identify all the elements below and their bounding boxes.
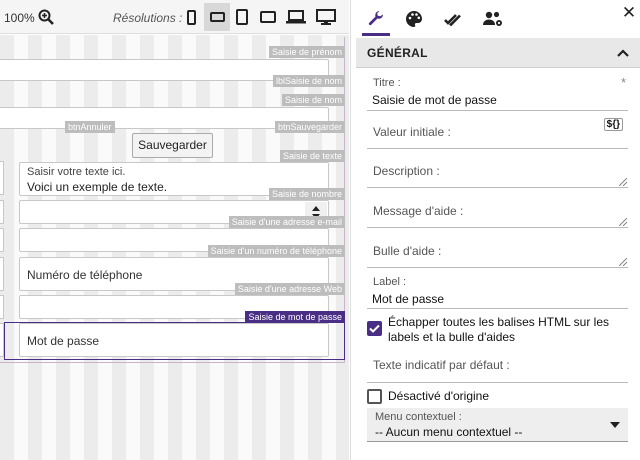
menu-contextuel-value: -- Aucun menu contextuel -- <box>375 425 523 439</box>
form-canvas[interactable]: Saisie de prénom lblSaisie de nom Saisie… <box>0 35 349 460</box>
stub-left <box>0 228 4 252</box>
resolutions-label: Résolutions : <box>113 11 183 25</box>
tablet-portrait-icon <box>236 9 248 25</box>
message-aide-field[interactable]: Message d'aide : <box>367 193 628 228</box>
resize-handle-icon[interactable] <box>619 178 627 186</box>
palette-icon <box>406 10 422 27</box>
bulle-aide-field[interactable]: Bulle d'aide : <box>367 233 628 268</box>
users-gear-icon <box>483 11 502 26</box>
laptop-button[interactable] <box>283 3 309 31</box>
bulle-aide-label: Bulle d'aide : <box>373 244 442 258</box>
echapper-label-line2: labels et la bulle d'aides <box>388 330 516 344</box>
tablet-portrait-button[interactable] <box>229 3 255 31</box>
phone-landscape-button[interactable] <box>204 3 230 31</box>
double-check-icon <box>444 13 461 26</box>
echapper-checkbox[interactable] <box>367 321 382 336</box>
echapper-label-line1: Échapper toutes les balises HTML sur les <box>388 315 609 329</box>
password-input[interactable]: Mot de passe <box>19 323 329 357</box>
texte-indicatif-label: Texte indicatif par défaut : <box>373 358 510 372</box>
titre-label: Titre : <box>373 77 401 89</box>
desktop-button[interactable] <box>313 3 339 31</box>
expression-icon[interactable]: ${} <box>603 118 623 131</box>
chevron-up-icon[interactable] <box>617 47 629 59</box>
tab-general[interactable] <box>356 0 396 37</box>
phone-placeholder: Numéro de téléphone <box>27 268 143 282</box>
tab-style[interactable] <box>394 0 434 37</box>
tag-btn-annuler[interactable]: btnAnnuler <box>65 121 115 133</box>
close-icon[interactable]: ✕ <box>621 4 637 22</box>
phone-portrait-icon <box>186 9 196 25</box>
stub-left <box>0 323 4 357</box>
stub-left <box>0 161 4 195</box>
panel-tabs: ✕ <box>351 0 640 37</box>
tag-lbl-saisie-nom[interactable]: lblSaisie de nom <box>272 75 345 87</box>
desktop-icon <box>316 9 336 25</box>
wrench-icon <box>368 10 384 25</box>
titre-value[interactable]: Saisie de mot de passe <box>372 93 497 107</box>
stub-left <box>0 257 4 291</box>
tag-saisie-mot-de-passe[interactable]: Saisie de mot de passe <box>245 311 345 323</box>
password-placeholder: Mot de passe <box>27 334 100 348</box>
resize-handle-icon[interactable] <box>619 218 627 226</box>
textarea-value: Voici un exemple de texte. <box>27 180 168 194</box>
label-label: Label : <box>373 276 407 288</box>
valeur-initiale-field[interactable]: Valeur initiale : ${} <box>367 115 628 149</box>
tag-saisie-texte[interactable]: Saisie de texte <box>279 150 345 162</box>
section-title: GÉNÉRAL <box>367 46 428 60</box>
checkmark-icon <box>369 324 380 333</box>
laptop-icon <box>286 10 306 24</box>
menu-contextuel-label: Menu contextuel : <box>375 411 462 423</box>
tag-btn-sauvegarder[interactable]: btnSauvegarder <box>274 121 345 133</box>
menu-contextuel-select[interactable]: Menu contextuel : -- Aucun menu contextu… <box>367 408 628 442</box>
textarea-placeholder: Saisir votre texte ici. <box>27 166 126 178</box>
tag-saisie-nom[interactable]: Saisie de nom <box>281 94 345 106</box>
label-field[interactable]: Label : Mot de passe <box>367 274 628 309</box>
zoom-level: 100% <box>4 11 35 25</box>
tag-saisie-web[interactable]: Saisie d'une adresse Web <box>234 283 345 295</box>
desactive-label: Désactivé d'origine <box>388 389 490 403</box>
required-mark: * <box>620 75 626 90</box>
save-button[interactable]: Sauvegarder <box>132 133 213 158</box>
stub-left <box>0 200 4 224</box>
tablet-landscape-button[interactable] <box>255 3 281 31</box>
titre-field[interactable]: Titre : * Saisie de mot de passe <box>367 75 628 111</box>
section-general-header[interactable]: GÉNÉRAL <box>356 38 640 68</box>
resize-handle-icon[interactable] <box>619 258 627 266</box>
spin-up-icon[interactable] <box>312 206 320 211</box>
tablet-landscape-icon <box>260 11 276 23</box>
tag-saisie-nombre[interactable]: Saisie de nombre <box>268 188 345 200</box>
desactive-checkbox[interactable] <box>367 389 382 404</box>
tab-permissions[interactable] <box>473 0 513 37</box>
label-value[interactable]: Mot de passe <box>372 292 444 306</box>
description-field[interactable]: Description : <box>367 153 628 188</box>
form-editor: 100% Résolutions : Saisie de prénom lblS… <box>0 0 640 460</box>
phone-landscape-icon <box>209 12 225 22</box>
tag-saisie-telephone[interactable]: Saisie d'un numéro de téléphone <box>207 245 345 257</box>
stub-left <box>0 295 4 319</box>
zoom-in-icon[interactable] <box>38 9 54 28</box>
phone-portrait-button[interactable] <box>178 3 204 31</box>
texte-indicatif-field[interactable]: Texte indicatif par défaut : <box>367 348 628 383</box>
canvas-toolbar: 100% Résolutions : <box>0 0 349 34</box>
valeur-initiale-label: Valeur initiale : <box>373 125 451 139</box>
chevron-down-icon[interactable] <box>610 422 620 428</box>
tab-validation[interactable] <box>433 0 473 37</box>
description-label: Description : <box>373 164 440 178</box>
tag-saisie-prenom[interactable]: Saisie de prénom <box>268 46 345 58</box>
tag-saisie-email[interactable]: Saisie d'une adresse e-mail <box>228 216 345 228</box>
message-aide-label: Message d'aide : <box>373 204 464 218</box>
